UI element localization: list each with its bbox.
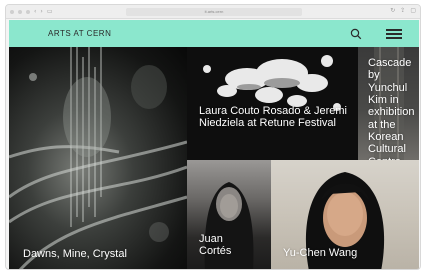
sidebar-icon[interactable]: ▭	[47, 8, 53, 15]
tile-juan-cortes[interactable]: Juan Cortés	[187, 160, 271, 269]
tabs-icon[interactable]: ▢	[410, 7, 416, 14]
browser-window: ‹ › ▭ it.arts.cern ↻ ⇪ ▢ ARTS AT CERN Da…	[5, 4, 421, 270]
tile-label: Yu-Chen Wang	[283, 247, 358, 259]
tile-image	[9, 47, 187, 269]
site-header: ARTS AT CERN	[9, 20, 419, 47]
reload-icon[interactable]: ↻	[390, 7, 395, 14]
site-logo[interactable]: ARTS AT CERN	[48, 29, 111, 38]
tile-dawns-mine-crystal[interactable]: Dawns, Mine, Crystal	[9, 47, 187, 269]
tile-label: Juan Cortés	[199, 233, 232, 258]
search-icon[interactable]	[350, 28, 362, 40]
tile-yu-chen-wang[interactable]: Yu-Chen Wang	[271, 160, 419, 269]
back-icon[interactable]: ‹	[34, 8, 36, 15]
tile-image	[203, 55, 341, 111]
browser-toolbar: ‹ › ▭ it.arts.cern ↻ ⇪ ▢	[6, 5, 420, 19]
tile-laura-couto-rosado[interactable]: Laura Couto Rosado & Jeremi Niedziela at…	[187, 47, 358, 160]
maximize-dot[interactable]	[26, 9, 30, 14]
tile-label: Dawns, Mine, Crystal	[23, 248, 127, 260]
share-icon[interactable]: ⇪	[400, 7, 405, 14]
address-bar[interactable]: it.arts.cern	[126, 8, 302, 16]
forward-icon[interactable]: ›	[40, 8, 42, 15]
close-dot[interactable]	[10, 9, 14, 14]
menu-icon[interactable]	[386, 29, 402, 39]
minimize-dot[interactable]	[18, 9, 22, 14]
tile-label: Laura Couto Rosado & Jeremi Niedziela at…	[199, 105, 347, 130]
